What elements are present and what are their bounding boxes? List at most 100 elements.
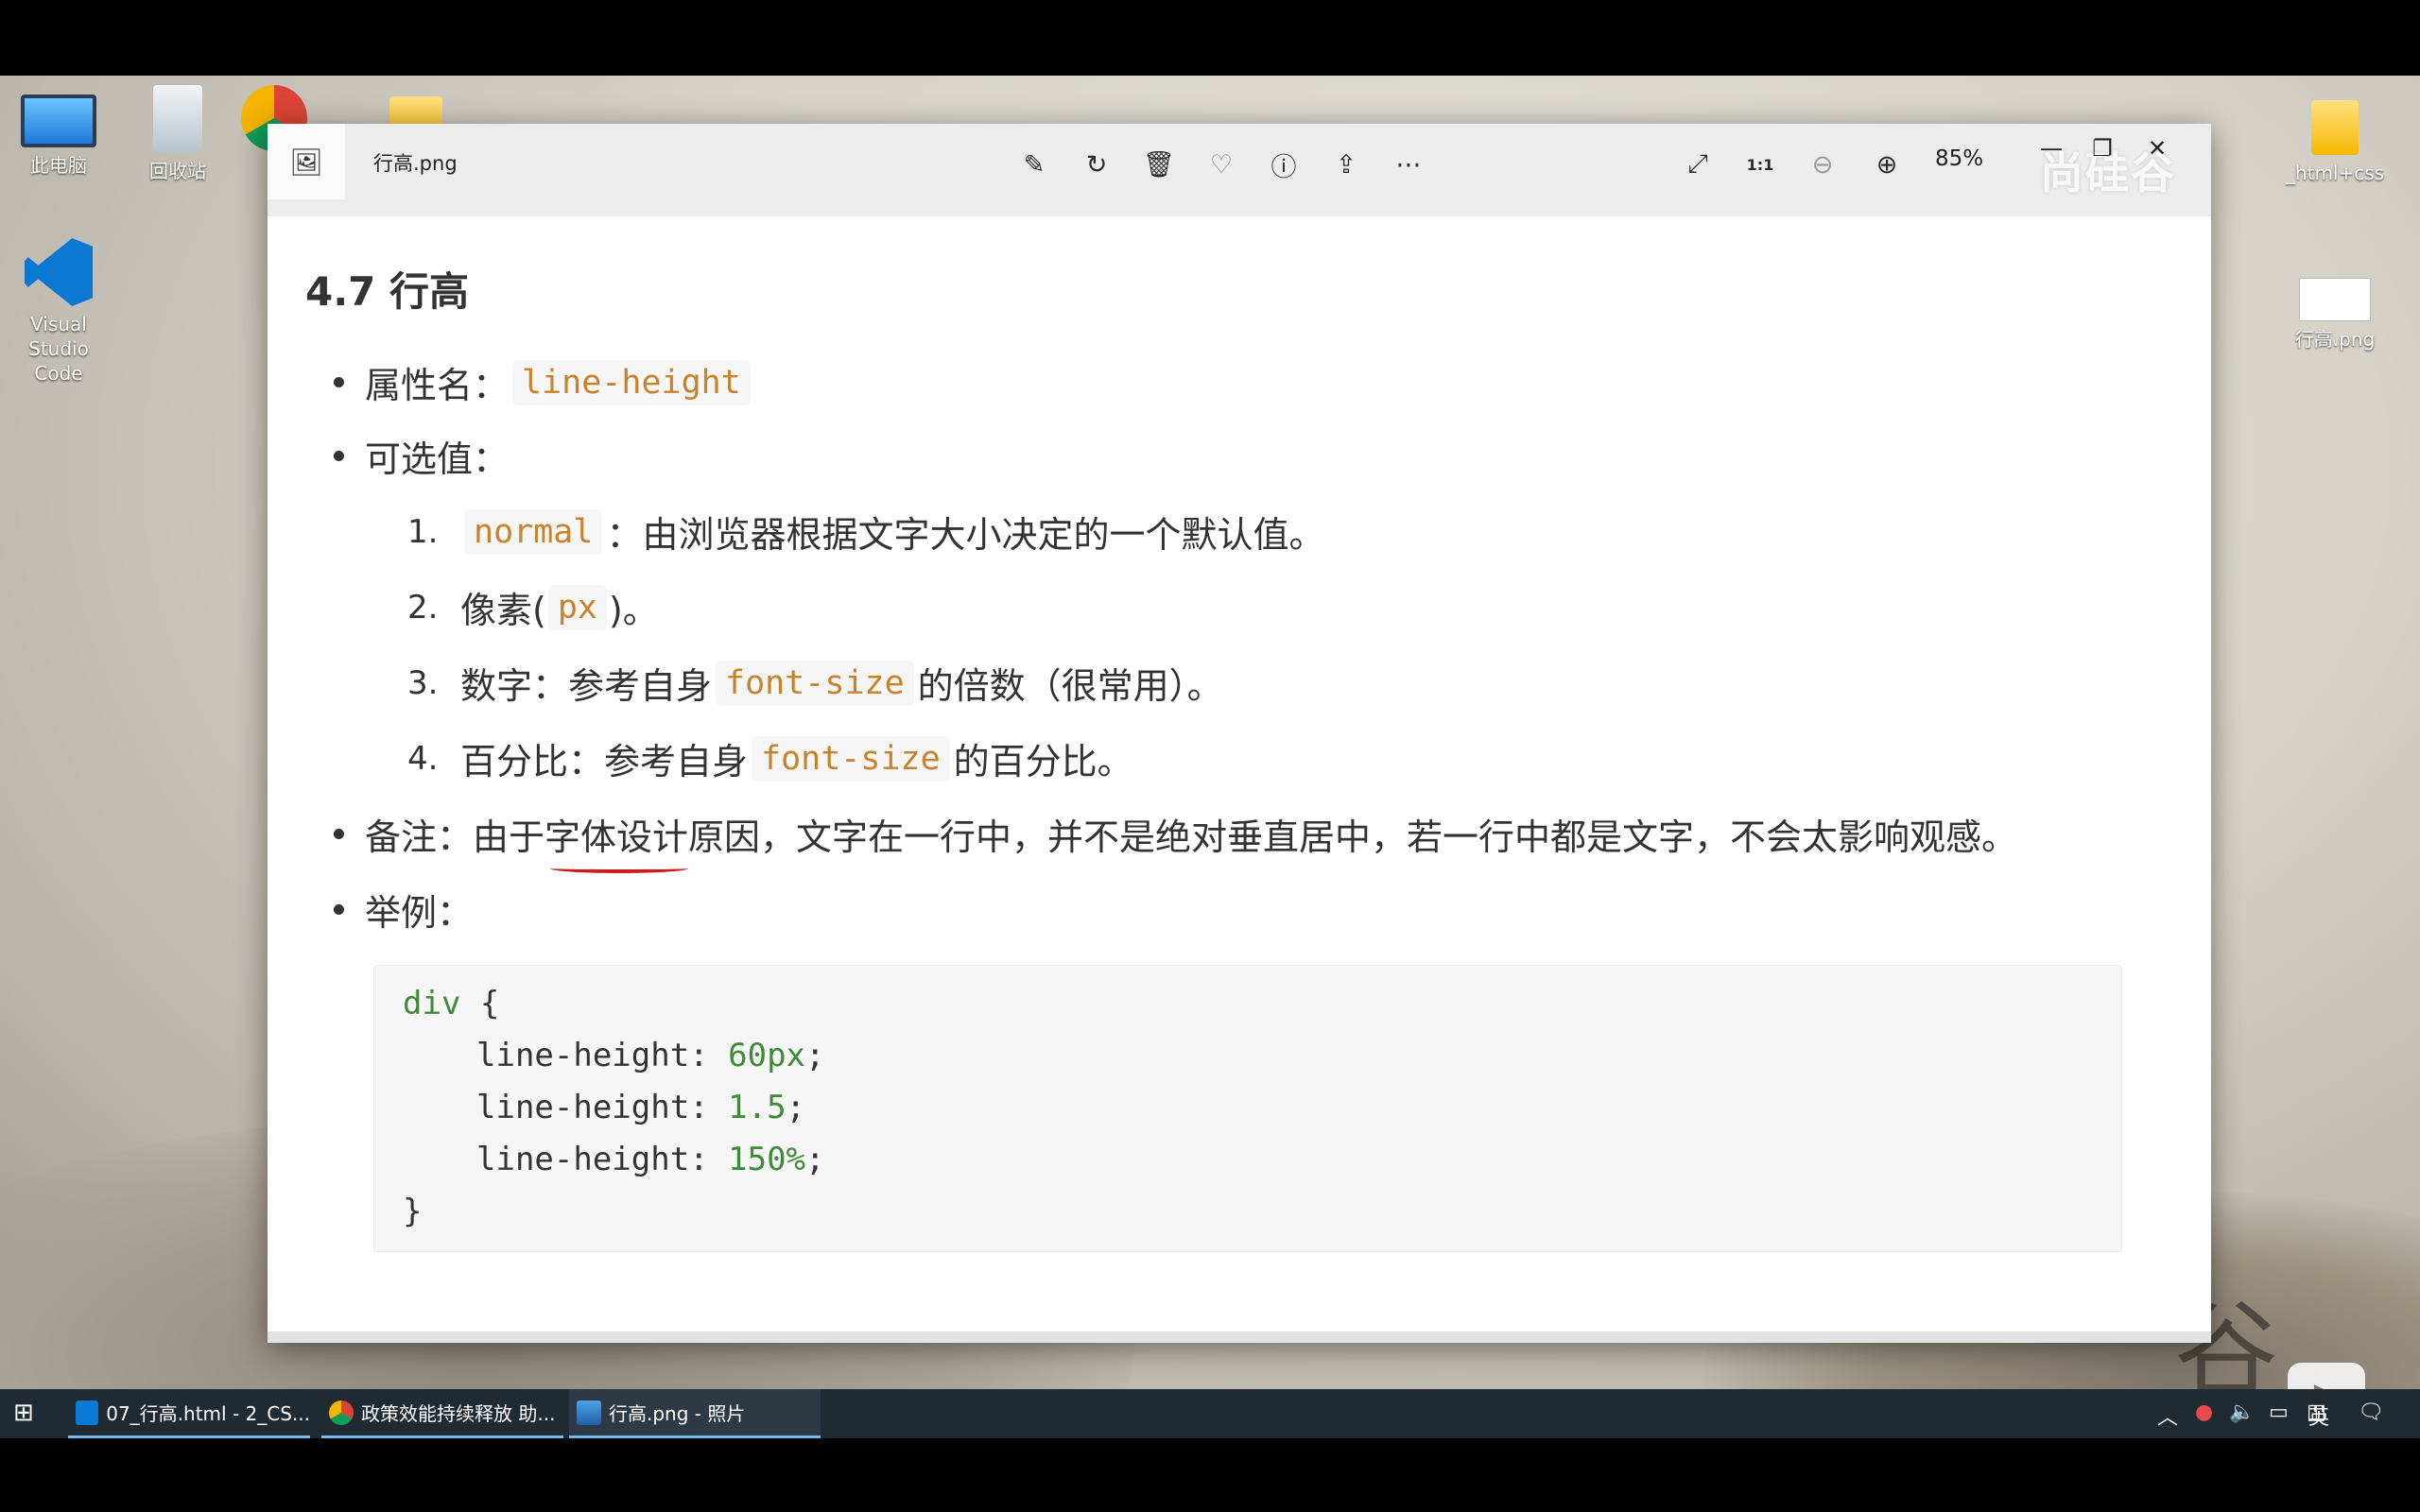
edit-icon[interactable]: ✎ [1012, 143, 1056, 186]
delete-icon[interactable]: 🗑 [1137, 143, 1181, 186]
item-text: ：由浏览器根据文字大小决定的一个默认值。 [606, 514, 1325, 556]
volume-icon[interactable]: 🔈 [2229, 1400, 2255, 1424]
horizontal-scrollbar[interactable] [268, 1332, 2211, 1343]
code-line: line-height: 150%; [476, 1141, 825, 1178]
maximize-icon[interactable]: ❐ [2079, 129, 2126, 167]
ime-indicator[interactable]: 英 [2308, 1400, 2329, 1431]
annotated-text: 字体设计 [544, 808, 689, 873]
item-text: 像素( [460, 590, 546, 631]
inline-code: normal [464, 508, 603, 555]
numbered-item: 4. 百分比：参考自身 font-size 的百分比。 [407, 732, 1133, 784]
code-line: line-height: 1.5; [476, 1089, 806, 1126]
code-property: line-height [476, 1037, 690, 1074]
item-text: 的倍数（很常用）。 [917, 665, 1223, 707]
folder-icon [2311, 100, 2359, 155]
image-file-icon [2299, 278, 2371, 321]
desktop-icon-label: 此电脑 [30, 154, 87, 177]
app-tray-icon[interactable]: ● [2195, 1400, 2213, 1424]
bullet-dot [334, 377, 344, 387]
list-item: 举例： [334, 884, 473, 936]
numbered-item: 2. 像素( px )。 [407, 581, 659, 633]
play-icon[interactable]: ▶ [2288, 1363, 2365, 1389]
item-text: )。 [608, 590, 659, 631]
code-selector: div [403, 985, 461, 1022]
minimize-icon[interactable]: — [2028, 129, 2075, 167]
taskbar-item-label: 07_行高.html - 2_CS... [106, 1402, 310, 1425]
actual-size-icon[interactable]: 1:1 [1738, 143, 1782, 186]
code-property: line-height [476, 1089, 690, 1126]
desktop-icon-html-css-folder[interactable]: _html+css [2278, 89, 2392, 185]
desktop-icon-vscode[interactable]: Visual Studio Code [2, 238, 115, 386]
fullscreen-icon[interactable]: ⤢ [1676, 143, 1720, 186]
desktop-icon-label: Visual Studio Code [28, 313, 89, 385]
info-icon[interactable]: ⓘ [1262, 143, 1305, 186]
options-label: 可选值： [365, 438, 510, 480]
item-number: 2. [407, 588, 439, 627]
taskbar-item-label: 政策效能持续释放 助... [361, 1402, 556, 1425]
code-property: line-height [476, 1141, 690, 1178]
zoom-in-icon[interactable]: ⊕ [1865, 143, 1909, 186]
computer-icon [21, 94, 96, 147]
item-number: 4. [407, 739, 439, 778]
taskbar-item-vscode[interactable]: 07_行高.html - 2_CS... [68, 1389, 310, 1438]
rotate-icon[interactable]: ↻ [1075, 143, 1118, 186]
code-value: 60px [728, 1037, 806, 1074]
battery-icon[interactable]: ▭ [2269, 1400, 2289, 1424]
inline-code: font-size [752, 735, 950, 782]
chrome-icon [329, 1400, 354, 1425]
item-text: 数字：参考自身 [460, 665, 713, 707]
code-line: } [403, 1193, 423, 1230]
share-icon[interactable]: ⇪ [1324, 143, 1368, 186]
desktop-icon-this-pc[interactable]: 此电脑 [2, 85, 115, 178]
item-text: 的百分比。 [953, 741, 1133, 782]
item-text: 百分比：参考自身 [460, 741, 749, 782]
zoom-out-icon[interactable]: ⊖ [1801, 143, 1844, 186]
inline-code: px [547, 584, 607, 630]
prop-label: 属性名： [365, 365, 510, 406]
taskbar-item-photos[interactable]: 行高.png - 照片 [569, 1389, 821, 1438]
note-text: 原因，文字在一行中，并不是绝对垂直居中，若一行中都是文字，不会太影响观感。 [688, 816, 2018, 858]
taskbar: ⊞ 07_行高.html - 2_CS... 政策效能持续释放 助... 行高.… [0, 1389, 2420, 1438]
taskbar-item-label: 行高.png - 照片 [609, 1402, 746, 1425]
desktop-icon-png-file[interactable]: 行高.png [2278, 261, 2392, 352]
desktop-icon-recycle-bin[interactable]: 回收站 [121, 85, 234, 183]
numbered-item: 1. normal ：由浏览器根据文字大小决定的一个默认值。 [407, 506, 1324, 558]
windows-start-icon[interactable]: ⊞ [13, 1399, 43, 1429]
code-line: div { [403, 985, 499, 1022]
numbered-item: 3. 数字：参考自身 font-size 的倍数（很常用）。 [407, 657, 1223, 709]
close-icon[interactable]: ✕ [2134, 129, 2181, 167]
desktop-icon-label: _html+css [2285, 162, 2385, 184]
inline-code: font-size [716, 660, 914, 706]
bullet-dot [334, 451, 344, 461]
photos-app-icon [577, 1400, 601, 1425]
item-number: 1. [407, 512, 439, 551]
zoom-level[interactable]: 85% [1935, 146, 1983, 171]
code-brace: { [460, 985, 500, 1022]
section-heading: 4.7 行高 [305, 268, 470, 315]
code-value: 1.5 [728, 1089, 786, 1126]
inline-code: line-height [512, 359, 751, 405]
more-icon[interactable]: ⋯ [1387, 143, 1430, 186]
list-item: 属性名： line-height [334, 356, 754, 408]
photos-window: 🖼 行高.png ✎ ↻ 🗑 ♡ ⓘ ⇪ ⋯ ⤢ 1:1 ⊖ ⊕ 85% 尚硅谷… [268, 124, 2211, 1343]
taskbar-item-chrome[interactable]: 政策效能持续释放 助... [321, 1389, 563, 1438]
item-number: 3. [407, 663, 439, 702]
chevron-up-icon[interactable]: ︿ [2157, 1400, 2178, 1431]
example-label: 举例： [365, 892, 474, 934]
recycle-bin-icon [153, 85, 202, 153]
vscode-icon [25, 238, 93, 306]
window-title: 行高.png [373, 152, 458, 175]
list-item: 可选值： [334, 430, 509, 482]
bullet-dot [334, 904, 344, 915]
desktop-icon-label: 行高.png [2294, 328, 2376, 351]
favorite-icon[interactable]: ♡ [1200, 143, 1243, 186]
title-bar: 🖼 行高.png ✎ ↻ 🗑 ♡ ⓘ ⇪ ⋯ ⤢ 1:1 ⊖ ⊕ 85% 尚硅谷… [268, 124, 2211, 216]
code-value: 150% [728, 1141, 806, 1178]
vscode-icon [76, 1400, 99, 1425]
photos-app-icon: 🖼 [268, 124, 345, 199]
desktop-icon-label: 回收站 [149, 160, 206, 182]
image-viewport: 4.7 行高 属性名： line-height 可选值： 1. normal ：… [268, 216, 2211, 1332]
note-text: 备注：由于 [365, 816, 545, 858]
list-item: 备注：由于 字体设计 原因，文字在一行中，并不是绝对垂直居中，若一行中都是文字，… [334, 808, 2018, 873]
notification-icon[interactable]: 🗨 [2358, 1400, 2384, 1424]
